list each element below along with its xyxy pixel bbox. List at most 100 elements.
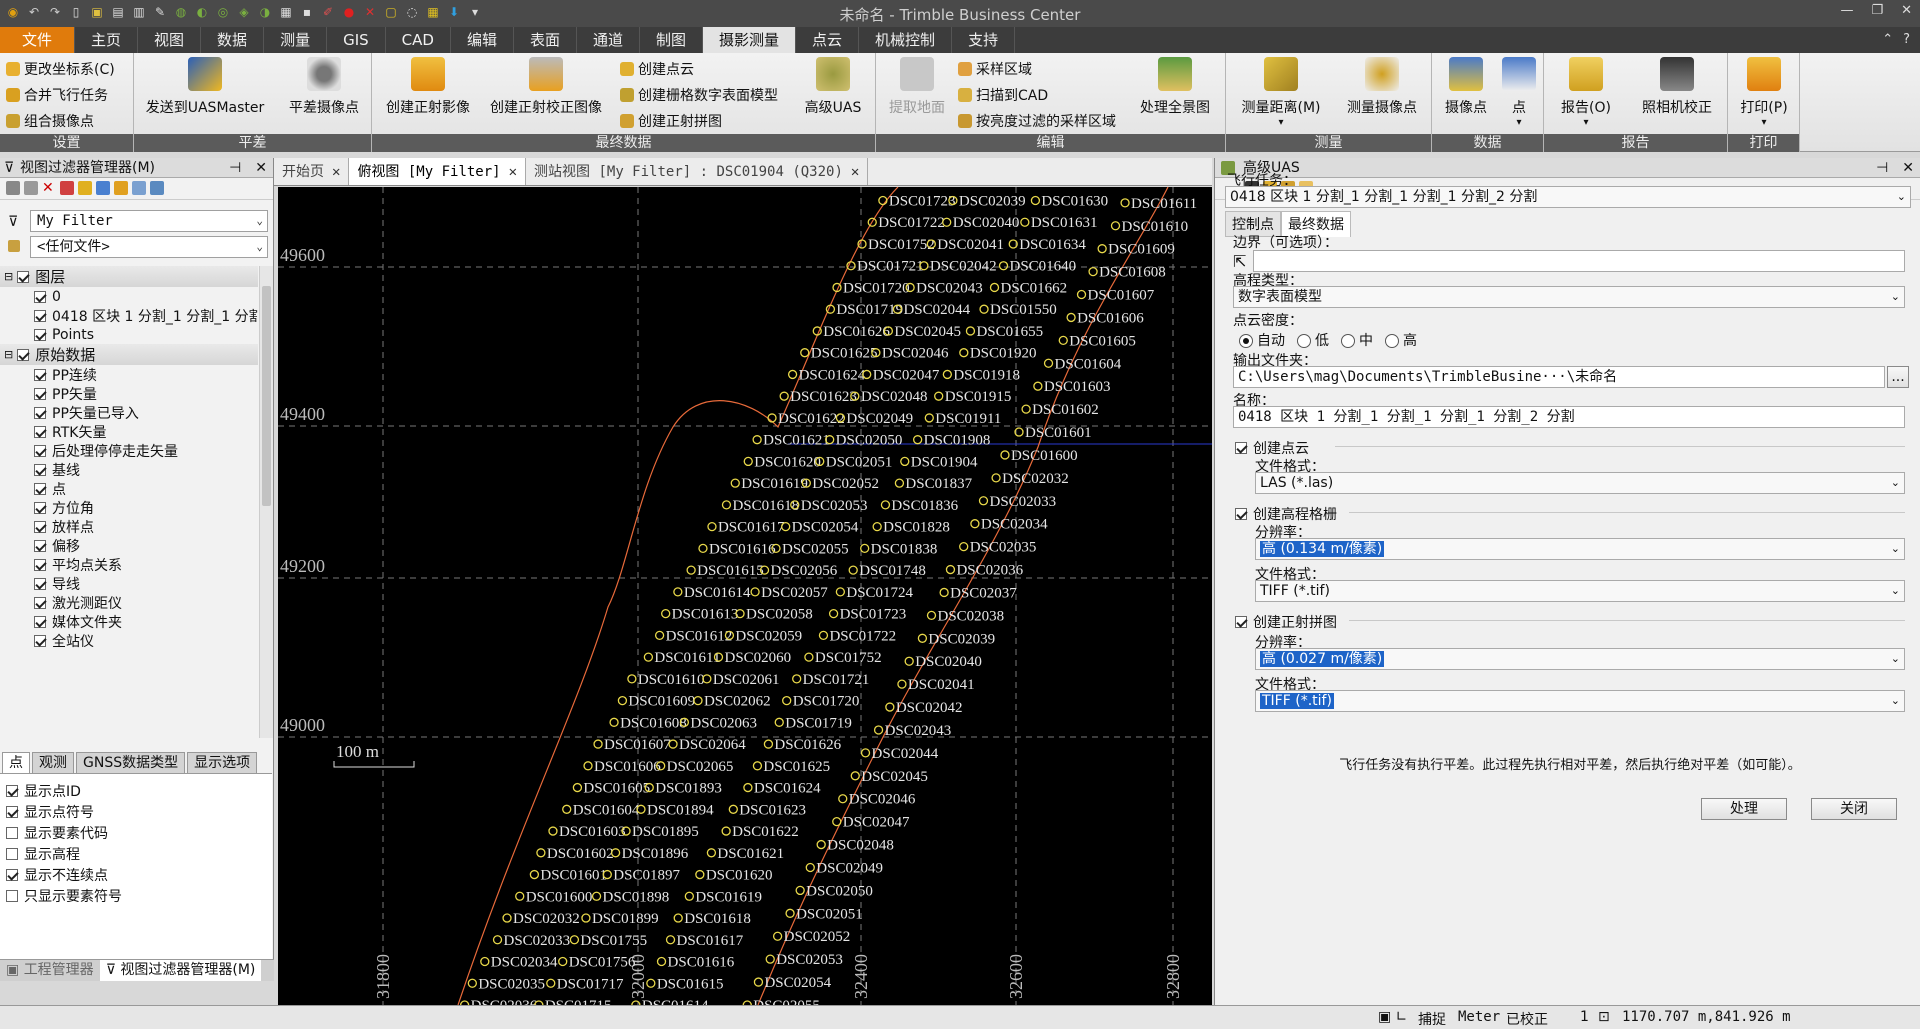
file-select[interactable]: <任何文件> ⌄ — [30, 236, 268, 258]
map-svg[interactable]: 4960049400492004900031800 32000 32400 32600… — [278, 187, 1212, 1005]
expand-icon[interactable] — [6, 181, 20, 195]
checkbox[interactable] — [34, 501, 46, 514]
boundary-input[interactable] — [1253, 250, 1905, 272]
delete-icon[interactable]: ✕ — [42, 181, 56, 195]
checkbox[interactable] — [17, 348, 30, 361]
tab-project-explorer[interactable]: ▣ 工程管理器 — [0, 960, 100, 981]
tab-corridor[interactable]: 通道 — [577, 27, 640, 53]
checkbox[interactable] — [6, 889, 18, 902]
subtab[interactable]: 显示选项 — [187, 752, 258, 774]
checkbox[interactable] — [34, 520, 46, 533]
create-pointcloud-checkbox[interactable]: 创建点云 — [1235, 438, 1309, 458]
tree-item[interactable]: 导线 — [0, 574, 258, 593]
close-icon[interactable]: ✕ — [332, 164, 340, 180]
tab-gis[interactable]: GIS — [327, 27, 386, 53]
close-icon[interactable]: ✕ — [509, 164, 517, 180]
pin-icon[interactable]: ⊣ — [229, 158, 241, 178]
grid-resolution-select[interactable]: 高 (0.134 m/像素) ⌄ — [1255, 538, 1905, 560]
checkbox[interactable] — [17, 270, 30, 283]
tree-item[interactable]: 平均点关系 — [0, 555, 258, 574]
collapse-icon[interactable]: ⊟ — [4, 270, 13, 283]
filter-select[interactable]: My Filter ⌄ — [30, 210, 268, 232]
print-button[interactable]: 打印(P) ▾ — [1732, 57, 1796, 128]
tab-pointcloud[interactable]: 点云 — [796, 27, 860, 53]
create-pointcloud-button[interactable]: 创建点云 — [620, 59, 694, 79]
pointcloud-format-select[interactable]: LAS (*.las) ⌄ — [1255, 472, 1905, 494]
checkbox[interactable] — [34, 539, 46, 552]
view-icon[interactable] — [150, 181, 164, 195]
checkbox[interactable] — [34, 596, 46, 609]
create-raster-dsm-button[interactable]: 创建栅格数字表面模型 — [620, 85, 778, 105]
sample-region-button[interactable]: 采样区域 — [958, 59, 1032, 79]
checkbox[interactable] — [34, 387, 46, 400]
tree-item[interactable]: 后处理停停走走矢量 — [0, 441, 258, 460]
checkbox[interactable] — [34, 368, 46, 381]
snap-status[interactable]: 捕捉 — [1418, 1009, 1446, 1029]
ortho-format-select[interactable]: TIFF (*.tif) ⌄ — [1255, 690, 1905, 712]
tree-item[interactable]: 媒体文件夹 — [0, 612, 258, 631]
display-option[interactable]: 显示要素代码 — [6, 822, 122, 843]
tab-survey[interactable]: 测量 — [264, 27, 328, 53]
filter-red-icon[interactable] — [60, 181, 74, 195]
browse-button[interactable]: ... — [1887, 366, 1909, 388]
tree-scrollbar[interactable] — [259, 266, 273, 738]
tab-view[interactable]: 视图 — [138, 27, 202, 53]
process-button[interactable]: 处理 — [1701, 798, 1787, 820]
tab-surface[interactable]: 表面 — [514, 27, 577, 53]
create-ortho-mosaic-button[interactable]: 创建正射拼图 — [620, 111, 722, 131]
ribbon-minimize-icon[interactable]: ⌃ — [1882, 27, 1893, 53]
tab-photogrammetry[interactable]: 摄影测量 — [703, 27, 797, 53]
radio-button[interactable] — [1297, 334, 1311, 348]
grid-format-select[interactable]: TIFF (*.tif) ⌄ — [1255, 580, 1905, 602]
checkbox[interactable] — [34, 634, 46, 647]
scan-to-cad-button[interactable]: 扫描到CAD — [958, 85, 1048, 105]
flight-select[interactable]: 0418 区块 1 分割_1 分割_1 分割_1 分割_2 分割 ⌄ — [1225, 186, 1911, 208]
merge-flights-button[interactable]: 合并飞行任务 — [6, 85, 108, 105]
checkbox[interactable] — [34, 309, 46, 322]
tree-item[interactable]: 0418 区块 1 分割_1 分割_1 分割_1 分 — [0, 306, 258, 325]
tab-station-view[interactable]: 测站视图 [My Filter] : DSC01904 (Q320) ✕ — [526, 158, 869, 185]
output-folder-input[interactable]: C:\Users\mag\Documents\TrimbleBusine···\… — [1233, 366, 1885, 388]
tree-item[interactable]: 点 — [0, 479, 258, 498]
checkbox[interactable] — [6, 847, 18, 860]
density-radio-option[interactable]: 中 — [1341, 330, 1373, 350]
close-icon[interactable]: ✕ — [851, 164, 859, 180]
create-grid-checkbox[interactable]: 创建高程格栅 — [1235, 504, 1337, 524]
checkbox[interactable] — [1235, 442, 1247, 454]
checkbox[interactable] — [1235, 616, 1247, 628]
brightness-filter-region-button[interactable]: 按亮度过滤的采样区域 — [958, 111, 1116, 131]
tree-item[interactable]: PP矢量 — [0, 384, 258, 403]
display-option[interactable]: 显示点符号 — [6, 801, 122, 822]
collapse-icon[interactable]: ⊟ — [4, 348, 13, 361]
radio-button[interactable] — [1341, 334, 1355, 348]
create-orthophoto-button[interactable]: 创建正射影像 — [382, 57, 474, 117]
tab-home[interactable]: 主页 — [75, 27, 139, 53]
create-ortho-rectified-button[interactable]: 创建正射校正图像 — [482, 57, 610, 117]
tree-item[interactable]: PP矢量已导入 — [0, 403, 258, 422]
restore-icon[interactable]: ❐ — [1871, 3, 1883, 18]
close-icon[interactable]: ✕ — [255, 158, 267, 178]
checkbox[interactable] — [34, 425, 46, 438]
tab-plan-view[interactable]: 俯视图 [My Filter] ✕ — [349, 158, 527, 185]
tree-item[interactable]: RTK矢量 — [0, 422, 258, 441]
scrollbar-thumb[interactable] — [262, 286, 271, 506]
checkbox[interactable] — [1235, 508, 1247, 520]
checkbox[interactable] — [6, 868, 18, 881]
tab-view-filter-manager[interactable]: ⊽ 视图过滤器管理器(M) — [99, 960, 262, 981]
pin-icon[interactable]: ⊣ — [1876, 158, 1888, 178]
close-button[interactable]: 关闭 — [1811, 798, 1897, 820]
name-input[interactable]: 0418 区块 1 分割_1 分割_1 分割_1 分割_2 分割 — [1233, 406, 1905, 428]
tab-start-page[interactable]: 开始页 ✕ — [274, 158, 350, 185]
display-option[interactable]: 显示点ID — [6, 780, 122, 801]
checkbox[interactable] — [34, 463, 46, 476]
tab-support[interactable]: 支持 — [952, 27, 1016, 53]
measure-station-button[interactable]: 测量摄像点 — [1336, 57, 1428, 117]
tree-group[interactable]: ⊟ 图层 — [0, 266, 258, 287]
density-radio-option[interactable]: 自动 — [1239, 330, 1285, 350]
report-button[interactable]: 报告(O) ▾ — [1552, 57, 1620, 128]
tab-machine-control[interactable]: 机械控制 — [859, 27, 953, 53]
tree-item[interactable]: 放样点 — [0, 517, 258, 536]
advanced-uas-button[interactable]: 高级UAS — [796, 57, 870, 117]
camera-calibration-button[interactable]: 照相机校正 — [1630, 57, 1724, 117]
tree-item[interactable]: 方位角 — [0, 498, 258, 517]
